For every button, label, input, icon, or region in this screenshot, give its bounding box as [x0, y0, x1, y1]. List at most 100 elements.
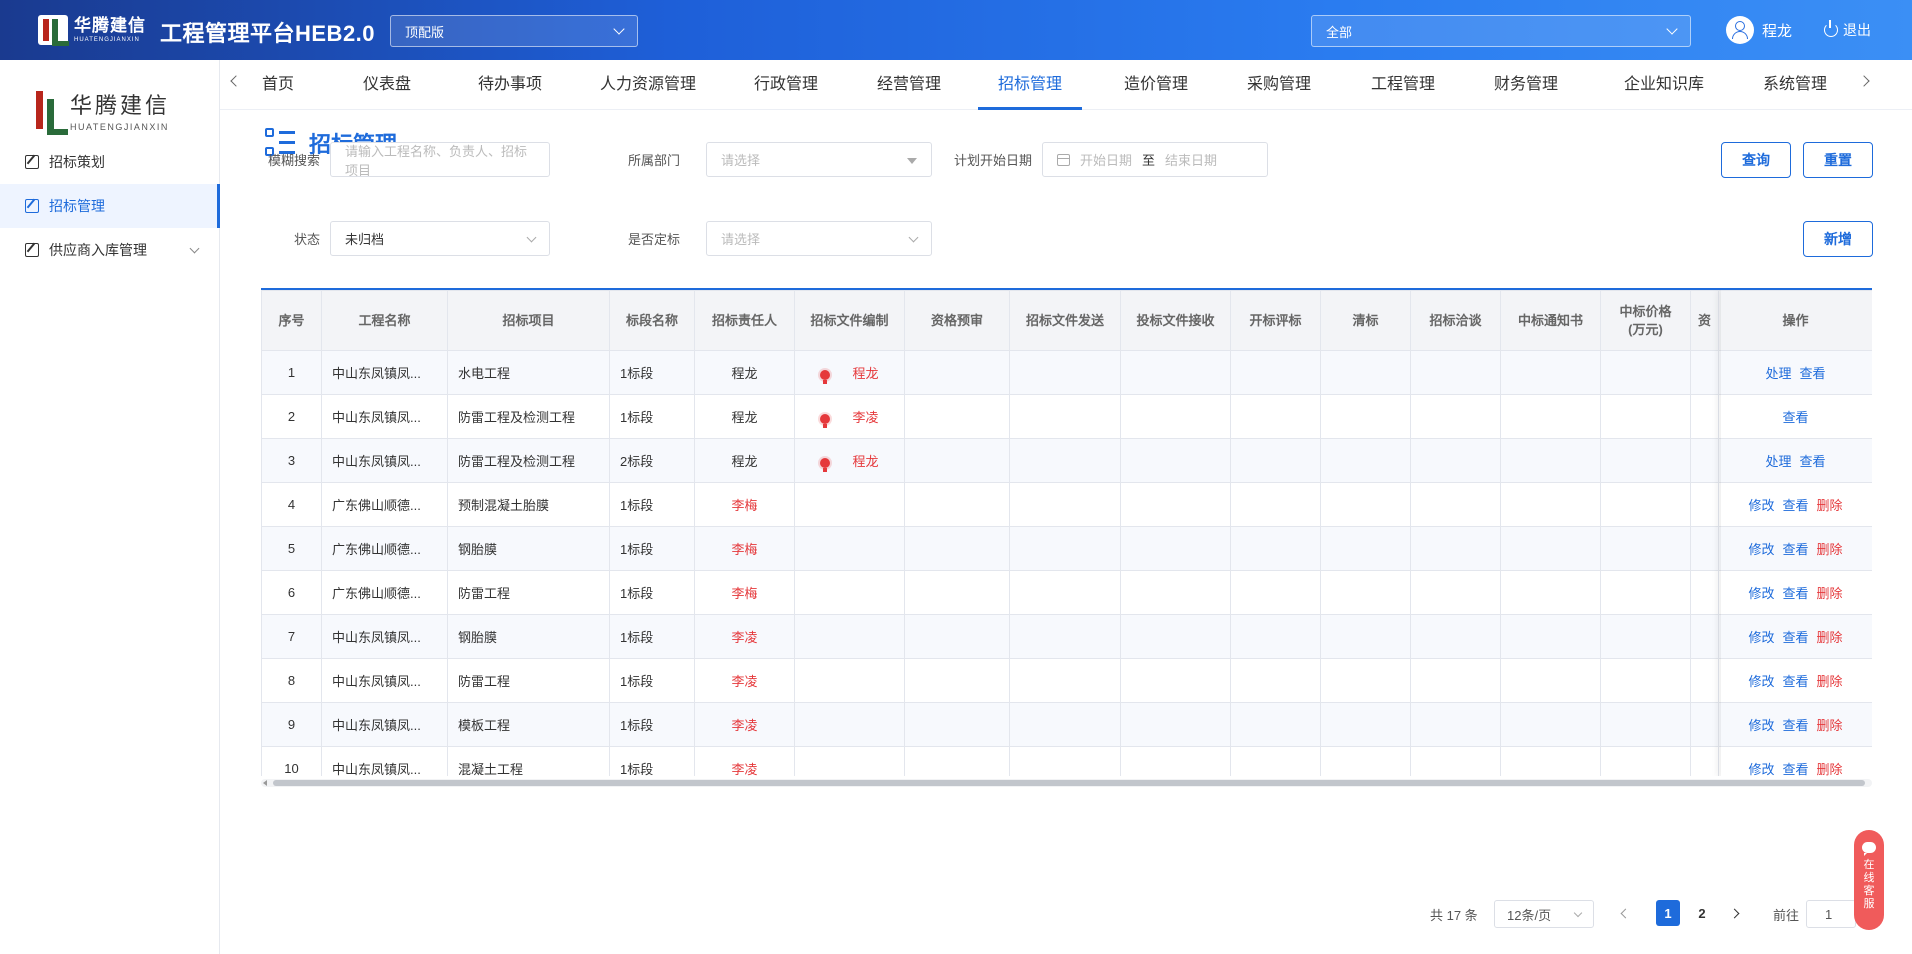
edit-link[interactable]: 修改	[1748, 498, 1774, 513]
process-link[interactable]: 处理	[1765, 454, 1791, 469]
empty-cell	[1230, 438, 1321, 483]
view-link[interactable]: 查看	[1782, 630, 1808, 645]
reset-button[interactable]: 重置	[1803, 142, 1873, 178]
empty-cell	[1600, 658, 1691, 703]
awarded-select[interactable]: 请选择	[706, 221, 932, 256]
online-service-button[interactable]: 在线客服	[1854, 830, 1884, 930]
edit-link[interactable]: 修改	[1748, 586, 1774, 601]
sidebar-item-supplier-management[interactable]: 供应商入库管理	[0, 228, 220, 272]
tab-admin[interactable]: 行政管理	[743, 60, 829, 110]
column-header: 资格预审	[904, 290, 1010, 351]
status-value: 未归档	[345, 232, 385, 247]
operations-cell: 修改 查看 删除	[1718, 570, 1872, 615]
tab-system[interactable]: 系统管理	[1752, 60, 1838, 110]
department-placeholder: 请选择	[721, 153, 761, 168]
delete-link[interactable]: 删除	[1817, 674, 1843, 689]
page-size-select[interactable]: 12条/页	[1494, 900, 1594, 928]
column-header: 中标价格 (万元)	[1600, 290, 1691, 351]
chevron-down-icon	[1573, 908, 1583, 918]
version-select[interactable]: 顶配版	[390, 15, 638, 47]
tab-finance[interactable]: 财务管理	[1483, 60, 1569, 110]
query-button[interactable]: 查询	[1721, 142, 1791, 178]
tab-knowledge[interactable]: 企业知识库	[1613, 60, 1715, 110]
empty-cell	[1500, 526, 1601, 571]
horizontal-scrollbar[interactable]	[261, 779, 1872, 787]
tab-engineering[interactable]: 工程管理	[1360, 60, 1446, 110]
tab-hr[interactable]: 人力资源管理	[589, 60, 707, 110]
chevron-right-icon[interactable]	[1858, 75, 1870, 87]
delete-link[interactable]: 删除	[1817, 630, 1843, 645]
operations-cell: 修改 查看 删除	[1718, 614, 1872, 659]
logout-button[interactable]: 退出	[1824, 20, 1871, 40]
view-link[interactable]: 查看	[1782, 542, 1808, 557]
view-link[interactable]: 查看	[1782, 586, 1808, 601]
empty-cell	[1120, 614, 1231, 659]
view-link[interactable]: 查看	[1782, 762, 1808, 776]
empty-cell	[1009, 526, 1121, 571]
edit-link[interactable]: 修改	[1748, 674, 1774, 689]
project-name-cell: 中山东凤镇凤...	[321, 702, 448, 747]
scroll-left-icon[interactable]	[263, 780, 267, 786]
operations-cell: 处理 查看	[1718, 350, 1872, 395]
view-link[interactable]: 查看	[1782, 410, 1808, 425]
row-index: 3	[261, 438, 322, 483]
empty-cell	[1410, 438, 1501, 483]
page-1-button[interactable]: 1	[1656, 900, 1680, 926]
delete-link[interactable]: 删除	[1817, 542, 1843, 557]
fuzzy-search-input[interactable]: 请输入工程名称、负责人、招标项目	[330, 142, 550, 178]
section-cell: 1标段	[609, 702, 695, 747]
edit-link[interactable]: 修改	[1748, 542, 1774, 557]
project-name-cell: 广东佛山顺德...	[321, 526, 448, 571]
tab-todo[interactable]: 待办事项	[467, 60, 553, 110]
tab-procurement[interactable]: 采购管理	[1236, 60, 1322, 110]
view-link[interactable]: 查看	[1782, 718, 1808, 733]
delete-link[interactable]: 删除	[1817, 498, 1843, 513]
add-button[interactable]: 新增	[1803, 221, 1873, 257]
tab-dashboard[interactable]: 仪表盘	[352, 60, 422, 110]
row-index: 4	[261, 482, 322, 527]
edit-link[interactable]: 修改	[1748, 630, 1774, 645]
empty-cell	[1600, 526, 1691, 571]
user-menu[interactable]: 程龙	[1726, 16, 1792, 44]
empty-cell	[1230, 614, 1321, 659]
scope-select[interactable]: 全部	[1311, 15, 1691, 47]
owner-cell: 程龙	[694, 438, 795, 483]
department-select[interactable]: 请选择	[706, 142, 932, 177]
tab-home[interactable]: 首页	[250, 60, 306, 110]
header-logo[interactable]: 华腾建信 HUATENGJIANXIN	[38, 12, 150, 48]
edit-link[interactable]: 修改	[1748, 718, 1774, 733]
tab-cost[interactable]: 造价管理	[1113, 60, 1199, 110]
sidebar-item-bid-planning[interactable]: 招标策划	[0, 140, 220, 184]
scrollbar-thumb[interactable]	[273, 780, 1865, 786]
tab-bidding[interactable]: 招标管理	[978, 60, 1082, 110]
delete-link[interactable]: 删除	[1817, 762, 1843, 776]
view-link[interactable]: 查看	[1782, 674, 1808, 689]
view-link[interactable]: 查看	[1800, 454, 1826, 469]
goto-page-input[interactable]: 1	[1806, 900, 1856, 928]
pagination-total: 共 17 条	[1430, 908, 1478, 923]
sidebar-logo: 华腾建信 HUATENGJIANXIN	[36, 88, 170, 135]
delete-link[interactable]: 删除	[1817, 718, 1843, 733]
date-range-picker[interactable]: 开始日期 至 结束日期	[1042, 142, 1268, 177]
chevron-left-icon[interactable]	[230, 75, 242, 87]
tab-business[interactable]: 经营管理	[866, 60, 952, 110]
operations-cell: 修改 查看 删除	[1718, 526, 1872, 571]
sidebar-item-bid-management[interactable]: 招标管理	[0, 184, 220, 228]
view-link[interactable]: 查看	[1782, 498, 1808, 513]
top-nav: 首页 仪表盘 待办事项 人力资源管理 行政管理 经营管理 招标管理 造价管理 采…	[220, 60, 1912, 110]
version-value: 顶配版	[405, 24, 445, 40]
owner-cell: 程龙	[694, 350, 795, 395]
view-link[interactable]: 查看	[1800, 366, 1826, 381]
row-index: 6	[261, 570, 322, 615]
process-link[interactable]: 处理	[1765, 366, 1791, 381]
edit-link[interactable]: 修改	[1748, 762, 1774, 776]
delete-link[interactable]: 删除	[1817, 586, 1843, 601]
empty-cell	[1690, 438, 1719, 483]
status-select[interactable]: 未归档	[330, 221, 550, 256]
power-icon	[1824, 20, 1838, 37]
date-start-placeholder: 开始日期	[1080, 153, 1133, 168]
empty-cell	[1320, 394, 1411, 439]
empty-cell	[1600, 350, 1691, 395]
sidebar-item-label: 招标策划	[49, 154, 105, 170]
page-2-button[interactable]: 2	[1690, 900, 1714, 926]
